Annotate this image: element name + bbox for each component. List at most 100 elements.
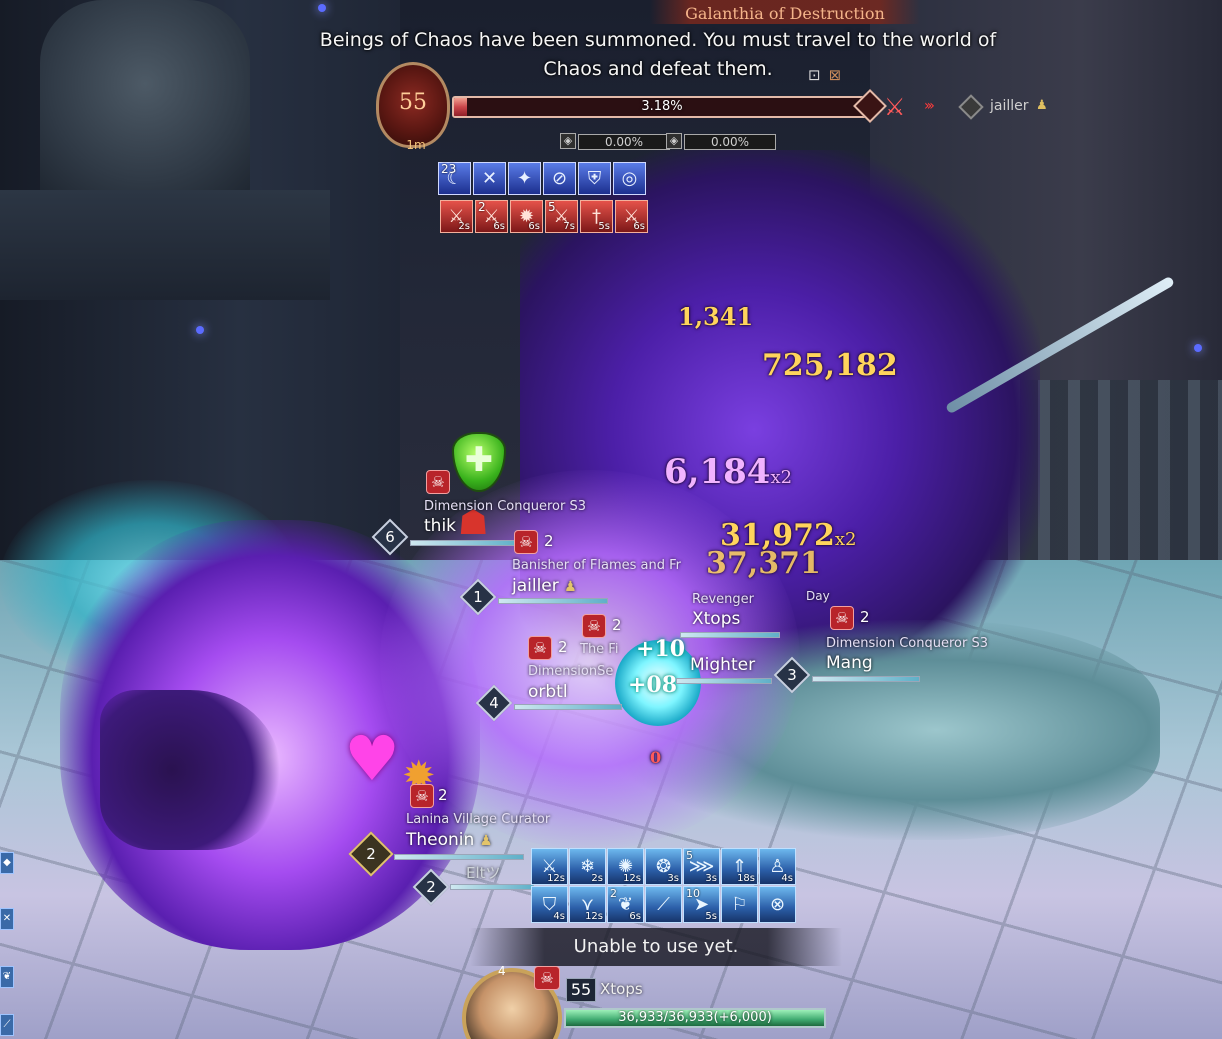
person-icon: ♟ <box>479 833 493 849</box>
damage-number: 725,182 <box>762 348 898 383</box>
side-skill-icon[interactable]: ⟋ <box>0 1014 14 1036</box>
skull-count: 2 <box>438 786 448 804</box>
skill-charge-count: 5 <box>686 849 693 862</box>
damage-number: 0 <box>650 748 662 767</box>
heart-icon: ♥ <box>344 722 400 795</box>
buff-glyph: ✕ <box>481 167 498 189</box>
moon-slash-icon[interactable]: ☾ 23 <box>438 162 471 195</box>
skill-charge-count: 2 <box>610 887 617 900</box>
skull-icon: ☠ <box>582 614 606 638</box>
skill-charge-count: 10 <box>686 887 700 900</box>
buff-timer: 6s <box>633 221 645 232</box>
slash-icon[interactable]: ⟋ <box>645 886 682 923</box>
dash-icon[interactable]: ➤ 10 5s <box>683 886 720 923</box>
spark <box>1194 344 1202 352</box>
skill-cooldown: 3s <box>705 873 717 884</box>
damage-number: 6,184x2 <box>664 452 793 492</box>
skill-cooldown: 4s <box>781 873 793 884</box>
party-name: orbtl <box>528 682 568 702</box>
muscle-icon[interactable]: ✦ <box>508 162 541 195</box>
target-icon[interactable]: ◎ <box>613 162 646 195</box>
skill-cooldown: 12s <box>623 873 641 884</box>
side-skill-icon[interactable]: ❦ <box>0 966 14 988</box>
crossed-swords-icon[interactable]: ⚔ <box>884 94 906 120</box>
person-icon: ♟ <box>564 579 577 595</box>
party-hp-bar <box>498 598 608 604</box>
skill-cooldown: 3s <box>667 873 679 884</box>
party-name: Eltツ <box>466 864 501 882</box>
side-skill-icon[interactable]: ◆ <box>0 852 14 874</box>
dagger-icon[interactable]: † 5s <box>580 200 613 233</box>
flame-burst-icon[interactable]: ✹ 6s <box>510 200 543 233</box>
party-hp-bar <box>514 704 622 710</box>
whirl-icon[interactable]: ❂ 3s <box>645 848 682 885</box>
figure-icon[interactable]: ♙ 4s <box>759 848 796 885</box>
party-name: thik <box>424 516 457 536</box>
player-hp-text: 36,933/36,933(+6,000) <box>618 1010 772 1025</box>
sword-fire-icon[interactable]: ⚔ 5 7s <box>545 200 578 233</box>
rising-arrow-icon[interactable]: ⇑ 18s <box>721 848 758 885</box>
armor-icon: ◈ <box>560 133 576 149</box>
boss-debuff-row: ⚔ 2s ⚔ 2 6s ✹ 6s ⚔ 5 7s † 5s ⚔ 6s <box>440 200 648 233</box>
skull-icon: ☠ <box>830 606 854 630</box>
party-extra: Day <box>806 589 830 603</box>
wing-icon[interactable]: ⋎ 12s <box>569 886 606 923</box>
buff-glyph: ⛨ <box>587 167 602 189</box>
player-name: Xtops <box>600 980 643 998</box>
target-name[interactable]: jailler <box>990 98 1029 114</box>
party-hp-bar <box>450 884 534 890</box>
broken-chain-icon[interactable]: ⊘ <box>543 162 576 195</box>
ice-spike-icon[interactable]: ❄ 2s <box>569 848 606 885</box>
buff-glyph: ⊘ <box>551 167 568 189</box>
boss-level: 55 <box>399 90 427 115</box>
runner-icon[interactable]: ⚐ <box>721 886 758 923</box>
party-title: DimensionSe <box>528 664 614 679</box>
party-name: Theonin ♟ <box>406 830 493 850</box>
damage-number: 1,341 <box>678 302 754 331</box>
skull-icon: ☠ <box>528 636 552 660</box>
party-name: Xtops <box>692 609 741 629</box>
claw-stat-icon: ◈ <box>666 133 682 149</box>
crossed-blades-icon[interactable]: ✕ <box>473 162 506 195</box>
cross-circle-icon[interactable]: ⊗ <box>759 886 796 923</box>
damage-number: 37,371 <box>706 546 821 581</box>
party-title: Dimension Conqueror S3 <box>424 499 587 514</box>
buff-timer: 7s <box>563 221 575 232</box>
skill-glyph: ⟋ <box>657 894 670 915</box>
sword-up-icon[interactable]: ⚔ 12s <box>531 848 568 885</box>
skill-cooldown: 6s <box>629 911 641 922</box>
party-hp-bar <box>812 676 920 682</box>
party-name: jailler ♟ <box>512 576 577 596</box>
party-title: Banisher of Flames and Fr <box>512 558 681 573</box>
shield-cross-icon[interactable]: ⛨ <box>578 162 611 195</box>
skill-cooldown: 4s <box>553 911 565 922</box>
skull-icon: ☠ <box>534 966 560 990</box>
statue-pedestal <box>0 190 330 300</box>
sword-fire-icon[interactable]: ⚔ 2s <box>440 200 473 233</box>
side-skill-icon[interactable]: ✕ <box>0 908 14 930</box>
target-arrow-icon: ››› <box>924 98 935 114</box>
skull-count: 2 <box>860 608 870 626</box>
party-name: Mighter <box>690 655 756 675</box>
padlock-icon: ⊡ <box>808 66 821 84</box>
claw-icon[interactable]: ⋙ 5 3s <box>683 848 720 885</box>
crossed-icon: ⊠ <box>828 66 842 84</box>
party-title: Lanina Village Curator <box>406 812 551 827</box>
statue <box>40 0 250 210</box>
sword-fire-icon[interactable]: ⚔ 6s <box>615 200 648 233</box>
heal-number: +10 <box>636 636 686 662</box>
feather-icon[interactable]: ❦ 2 6s <box>607 886 644 923</box>
sword-fire-icon[interactable]: ⚔ 2 6s <box>475 200 508 233</box>
skill-cooldown: 5s <box>705 911 717 922</box>
person-icon: ♟ <box>1036 98 1048 113</box>
skill-bar: ⚔ 12s ❄ 2s ✺ 12s ❂ 3s ⋙ 5 3s ⇑ 18s ♙ 4s ⛉ 4s ⋎ 12s ❦ 2 6s ⟋ ➤ 10… <box>531 848 796 923</box>
buff-timer: 6s <box>528 221 540 232</box>
skill-cooldown: 12s <box>585 911 603 922</box>
party-hp-bar <box>676 678 772 684</box>
guard-icon[interactable]: ⛉ 4s <box>531 886 568 923</box>
sub-bar-2: 0.00% <box>684 134 776 150</box>
party-hp-bar <box>410 540 518 546</box>
starburst-icon[interactable]: ✺ 12s <box>607 848 644 885</box>
skull-icon: ☠ <box>514 530 538 554</box>
lock-icons: ⊡ ⊠ <box>808 66 849 84</box>
